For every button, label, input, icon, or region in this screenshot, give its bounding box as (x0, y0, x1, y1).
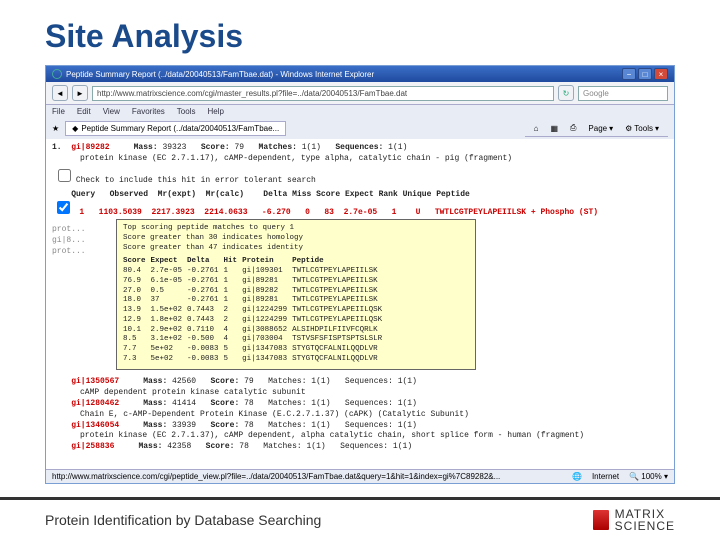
popup-table: ScoreExpectDeltaHitProteinPeptide80.42.7… (123, 257, 387, 364)
maximize-button[interactable]: □ (638, 68, 652, 80)
zone-icon: 🌐 (572, 472, 582, 481)
error-tolerant-checkbox[interactable] (58, 169, 71, 182)
slide-title: Site Analysis (0, 0, 720, 65)
tab-label: Peptide Summary Report (../data/20040513… (81, 124, 279, 133)
zoom-level[interactable]: 🔍 100% ▾ (629, 472, 668, 481)
minimize-button[interactable]: − (622, 68, 636, 80)
refresh-button[interactable]: ↻ (558, 85, 574, 101)
status-bar: http://www.matrixscience.com/cgi/peptide… (46, 469, 674, 483)
page-menu[interactable]: Page ▾ (585, 123, 616, 134)
score-popup: Top scoring peptide matches to query 1 S… (116, 219, 476, 370)
nav-toolbar: ◄ ► http://www.matrixscience.com/cgi/mas… (46, 82, 674, 105)
logo-mark (593, 510, 609, 530)
tab-bar: ★ ◆ Peptide Summary Report (../data/2004… (46, 118, 674, 139)
menu-edit[interactable]: Edit (77, 107, 91, 116)
protein-desc: protein kinase (EC 2.7.1.17), cAMP-depen… (52, 154, 668, 165)
menu-tools[interactable]: Tools (177, 107, 196, 116)
menu-bar: File Edit View Favorites Tools Help (46, 105, 674, 118)
tab-icon: ◆ (72, 124, 78, 133)
menu-favorites[interactable]: Favorites (132, 107, 165, 116)
address-bar[interactable]: http://www.matrixscience.com/cgi/master_… (92, 86, 554, 101)
feeds-button[interactable]: ▦ (547, 123, 561, 134)
menu-view[interactable]: View (103, 107, 120, 116)
security-zone: Internet (592, 472, 619, 481)
query-checkbox[interactable] (57, 201, 70, 214)
browser-tab[interactable]: ◆ Peptide Summary Report (../data/200405… (65, 121, 286, 136)
browser-window: Peptide Summary Report (../data/20040513… (45, 65, 675, 484)
query-link[interactable]: 1 (79, 208, 84, 217)
favorites-icon[interactable]: ★ (52, 124, 59, 133)
ie-icon (52, 69, 62, 79)
forward-button[interactable]: ► (72, 85, 88, 101)
page-content: 1. gi|89282 Mass: 39323 Score: 79 Matche… (46, 139, 674, 469)
tools-menu[interactable]: ⚙ Tools ▾ (622, 123, 662, 134)
window-title: Peptide Summary Report (../data/20040513… (66, 70, 374, 79)
back-button[interactable]: ◄ (52, 85, 68, 101)
status-url: http://www.matrixscience.com/cgi/peptide… (52, 472, 500, 481)
peptide-row: 1 1103.5039 2217.3923 2214.0633 -6.270 0… (52, 201, 668, 219)
print-button[interactable]: ⎙ (567, 122, 579, 134)
close-button[interactable]: × (654, 68, 668, 80)
menu-help[interactable]: Help (207, 107, 223, 116)
window-titlebar: Peptide Summary Report (../data/20040513… (46, 66, 674, 82)
menu-file[interactable]: File (52, 107, 65, 116)
search-box[interactable]: Google (578, 86, 668, 101)
peptide-seq: TWTLCGTPEYLAPEIILSK + Phospho (ST) (435, 208, 598, 217)
matrix-logo: MATRIXSCIENCE (593, 508, 675, 532)
slide-footer: Protein Identification by Database Searc… (0, 497, 720, 540)
home-button[interactable]: ⌂ (531, 123, 542, 134)
accession-link[interactable]: gi|89282 (71, 143, 109, 152)
peptide-table-header: Query Observed Mr(expt) Mr(calc) Delta M… (52, 190, 668, 201)
